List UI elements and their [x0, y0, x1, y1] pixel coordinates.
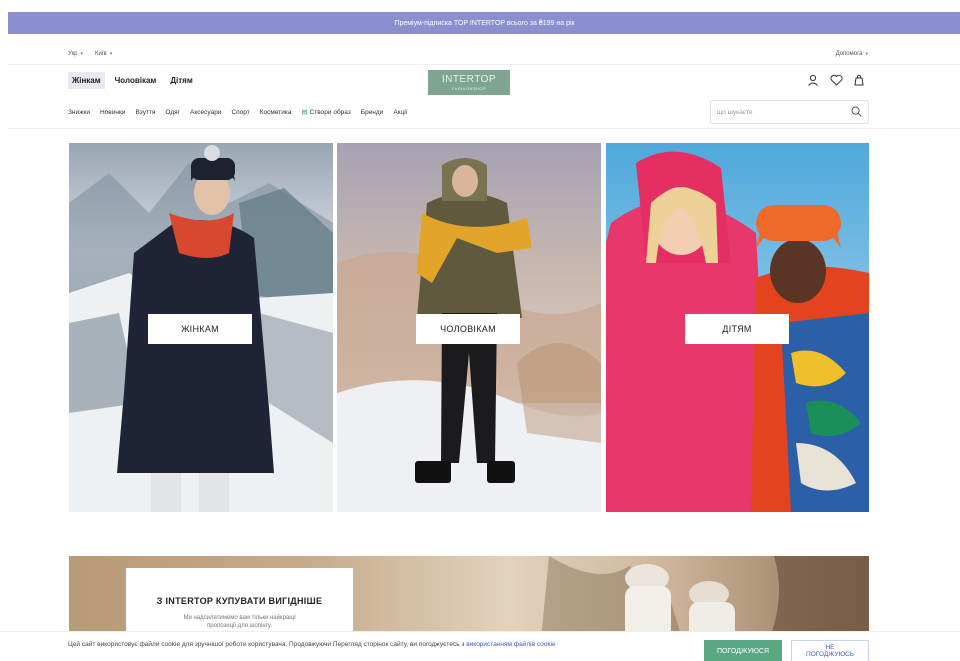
search-box	[710, 100, 869, 124]
city-selector[interactable]: Київ ▾	[95, 51, 112, 57]
category-cosmetics[interactable]: Косметика	[260, 109, 292, 116]
bag-icon[interactable]	[852, 73, 866, 87]
category-tile-women[interactable]: ЖІНКАМ	[69, 143, 333, 512]
search-icon[interactable]	[851, 106, 862, 119]
accept-cookies-button[interactable]: ПОГОДЖУЮСЯ	[704, 640, 782, 661]
category-tile-men[interactable]: ЧОЛОВІКАМ	[337, 143, 601, 512]
category-sport[interactable]: Спорт	[231, 109, 249, 116]
chevron-down-icon: ▾	[109, 51, 113, 57]
decline-line-1: НЕ	[825, 643, 835, 651]
top-utility-bar: Укр ▾ Київ ▾ Допомога ▾	[68, 48, 868, 60]
category-shoes[interactable]: Взуття	[135, 109, 155, 116]
gender-tab-men[interactable]: Чоловікам	[111, 72, 161, 89]
cookie-consent-bar: Цей сайт використовує файли cookie для з…	[0, 631, 960, 661]
divider	[8, 64, 960, 65]
category-clothing[interactable]: Одяг	[165, 109, 180, 116]
decline-cookies-button[interactable]: НЕ ПОГОДЖУЮСЬ	[791, 640, 869, 661]
category-nav: Знижки Новинки Взуття Одяг Аксесуари Спо…	[68, 108, 407, 117]
city-label: Київ	[95, 51, 107, 57]
banner-title: З INTERTOP КУПУВАТИ ВИГІДНІШЕ	[156, 596, 323, 606]
category-create-look[interactable]: ▤ Створи образ	[301, 108, 350, 116]
heart-icon[interactable]	[829, 73, 843, 87]
tile-label-men[interactable]: ЧОЛОВІКАМ	[416, 314, 520, 344]
category-create-look-label: Створи образ	[309, 109, 351, 116]
chevron-down-icon: ▾	[80, 51, 84, 57]
language-selector[interactable]: Укр ▾	[68, 51, 83, 57]
banner-subtitle: Ми надсилатимемо вам тільки найкращі про…	[183, 615, 296, 630]
promo-bar[interactable]: Преміум-підписка TOP INTERTOP всього за …	[8, 12, 960, 34]
tile-label-kids[interactable]: ДІТЯМ	[685, 314, 789, 344]
language-label: Укр	[68, 51, 78, 57]
tile-label-women[interactable]: ЖІНКАМ	[148, 314, 252, 344]
magic-wand-icon: ▤	[301, 109, 308, 116]
gender-tab-kids[interactable]: Дітям	[166, 72, 196, 89]
category-brands[interactable]: Бренди	[361, 109, 384, 116]
cookie-policy-link[interactable]: використанням файлів cookie	[466, 641, 555, 648]
cookie-message: Цей сайт використовує файли cookie для з…	[68, 641, 465, 648]
user-icon[interactable]	[806, 73, 820, 87]
chevron-down-icon: ▾	[865, 51, 868, 57]
promo-text[interactable]: Преміум-підписка TOP INTERTOP всього за …	[394, 20, 574, 27]
category-sale[interactable]: Знижки	[68, 109, 90, 116]
decline-line-2: ПОГОДЖУЮСЬ	[806, 651, 854, 658]
site-logo[interactable]: INTERTOP FASHIONSHOP	[428, 70, 510, 95]
header-actions	[806, 73, 866, 87]
logo-subtext: FASHIONSHOP	[451, 86, 487, 91]
category-accessories[interactable]: Аксесуари	[190, 109, 221, 116]
category-promotions[interactable]: Акції	[393, 109, 407, 116]
category-tile-kids[interactable]: ДІТЯМ	[606, 143, 869, 512]
category-new[interactable]: Новинки	[100, 109, 125, 116]
search-input[interactable]	[717, 108, 851, 116]
gender-nav: Жінкам Чоловікам Дітям	[68, 72, 197, 89]
logo-text: INTERTOP	[441, 74, 497, 85]
help-dropdown[interactable]: Допомога ▾	[836, 51, 868, 57]
gender-tab-women[interactable]: Жінкам	[68, 72, 105, 89]
help-label: Допомога	[835, 51, 863, 57]
cookie-text: Цей сайт використовує файли cookie для з…	[68, 640, 678, 649]
divider	[8, 128, 960, 129]
